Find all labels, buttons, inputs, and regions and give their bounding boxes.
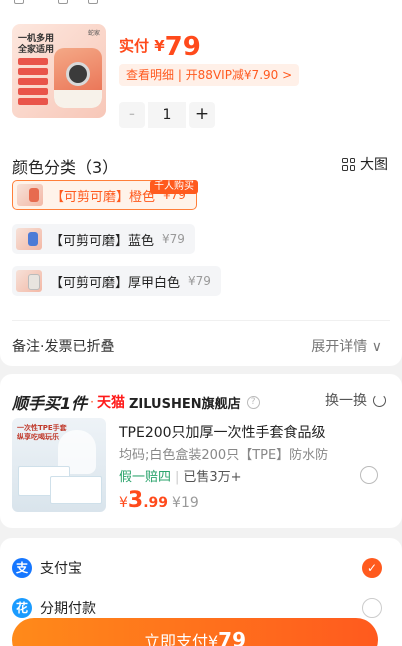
addon-title: 顺手买1件 <box>12 394 88 413</box>
toolbar-icon <box>88 0 98 4</box>
top-toolbar-cutoff <box>0 0 402 8</box>
grid-icon <box>342 157 355 171</box>
price-value: 79 <box>164 32 201 62</box>
price-label: 实付 ¥ <box>119 37 165 55</box>
feature-chip <box>18 98 48 105</box>
price-currency: ¥ <box>119 495 128 511</box>
thumbnail-brand: 蛇家 <box>87 30 100 37</box>
price-decimal: .99 <box>143 495 169 511</box>
payment-method-label: 支付宝 <box>40 561 82 577</box>
checked-icon[interactable]: ✓ <box>362 558 382 578</box>
popular-badge: 千人购买 <box>150 180 198 194</box>
addon-product-spec: 均码;白色盒装200只【TPE】防水防 <box>119 448 329 463</box>
quantity-field[interactable]: 1 <box>148 102 186 128</box>
sold-count: 已售3万+ <box>183 470 242 485</box>
swap-label: 换一换 <box>325 393 367 409</box>
pay-now-button[interactable]: 立即支付¥79 <box>12 618 378 646</box>
option-name: 【可剪可磨】橙色 <box>51 189 156 205</box>
product-thumbnail[interactable]: 一机多用 全家适用 蛇家 <box>12 24 106 118</box>
option-thumb <box>16 228 42 250</box>
huabei-icon: 花 <box>12 598 32 618</box>
feature-chip <box>18 58 48 65</box>
color-option-blue[interactable]: 【可剪可磨】蓝色 ¥79 <box>12 224 195 254</box>
tmall-logo: 天猫 <box>96 395 125 411</box>
separator-dot: · <box>90 395 94 409</box>
help-icon[interactable]: ? <box>246 395 260 409</box>
expand-details-button[interactable]: 展开详情 ∨ <box>311 336 382 356</box>
pay-now-amount: 79 <box>218 628 247 646</box>
option-price: ¥79 <box>162 232 185 246</box>
price-detail-link[interactable]: 查看明细 | 开88VIP减¥7.90 > <box>119 64 300 86</box>
feature-chip <box>18 78 48 85</box>
store-name[interactable]: ZILUSHEN旗舰店 <box>129 393 241 412</box>
thumbnail-tag: 一机多用 全家适用 <box>18 34 55 55</box>
swap-button[interactable]: 换一换 <box>325 390 386 410</box>
addon-price: ¥3.99 ¥19 <box>119 488 199 513</box>
option-name: 【可剪可磨】厚甲白色 <box>50 275 181 291</box>
big-view-button[interactable]: 大图 <box>342 154 388 174</box>
remark-invoice-label: 备注·发票已折叠 <box>12 339 115 355</box>
feature-chip <box>18 68 48 75</box>
addon-product-title[interactable]: TPE200只加厚一次性手套食品级 <box>119 422 326 442</box>
payment-method-label: 分期付款 <box>40 601 96 617</box>
big-view-label: 大图 <box>360 157 388 173</box>
device-illustration <box>54 48 102 108</box>
original-price: ¥19 <box>172 495 199 511</box>
option-price: ¥79 <box>188 274 211 288</box>
addon-product-meta: 假一赔四 | 已售3万+ <box>119 466 242 485</box>
price-integer: 3 <box>127 488 144 513</box>
alipay-icon: 支 <box>12 558 32 578</box>
guarantee-tag: 假一赔四 <box>119 470 172 485</box>
addon-select-radio[interactable] <box>360 466 378 484</box>
pay-now-label: 立即支付¥ <box>143 632 219 646</box>
quantity-stepper: - 1 + <box>119 102 215 128</box>
payment-method-alipay[interactable]: 支 支付宝 <box>12 558 82 578</box>
addon-card: 顺手买1件 · 天猫 ZILUSHEN旗舰店 ? 换一换 一次性TPE手套 纵享… <box>0 374 402 528</box>
actual-price: 实付 ¥79 <box>119 32 201 62</box>
color-section-title: 颜色分类（3） <box>12 158 119 177</box>
option-thumb <box>17 184 43 206</box>
feature-chip <box>18 88 48 95</box>
payment-method-installment[interactable]: 花 分期付款 <box>12 598 96 618</box>
unchecked-radio[interactable] <box>362 598 382 618</box>
divider <box>12 320 390 321</box>
toolbar-icon <box>14 0 24 4</box>
refresh-icon <box>373 393 386 407</box>
addon-header: 顺手买1件 · 天猫 ZILUSHEN旗舰店 ? <box>12 390 260 414</box>
minus-button[interactable]: - <box>119 102 145 128</box>
meta-separator: | <box>175 470 180 485</box>
option-thumb <box>16 270 42 292</box>
addon-product-image[interactable]: 一次性TPE手套 纵享吃喝玩乐 <box>12 418 106 512</box>
toolbar-icon <box>58 0 68 4</box>
plus-button[interactable]: + <box>189 102 215 128</box>
box-illustration <box>50 476 102 504</box>
option-name: 【可剪可磨】蓝色 <box>50 233 155 249</box>
color-option-white[interactable]: 【可剪可磨】厚甲白色 ¥79 <box>12 266 221 296</box>
sku-card: 一机多用 全家适用 蛇家 实付 ¥79 查看明细 | 开88VIP减¥7.90 … <box>0 8 402 366</box>
